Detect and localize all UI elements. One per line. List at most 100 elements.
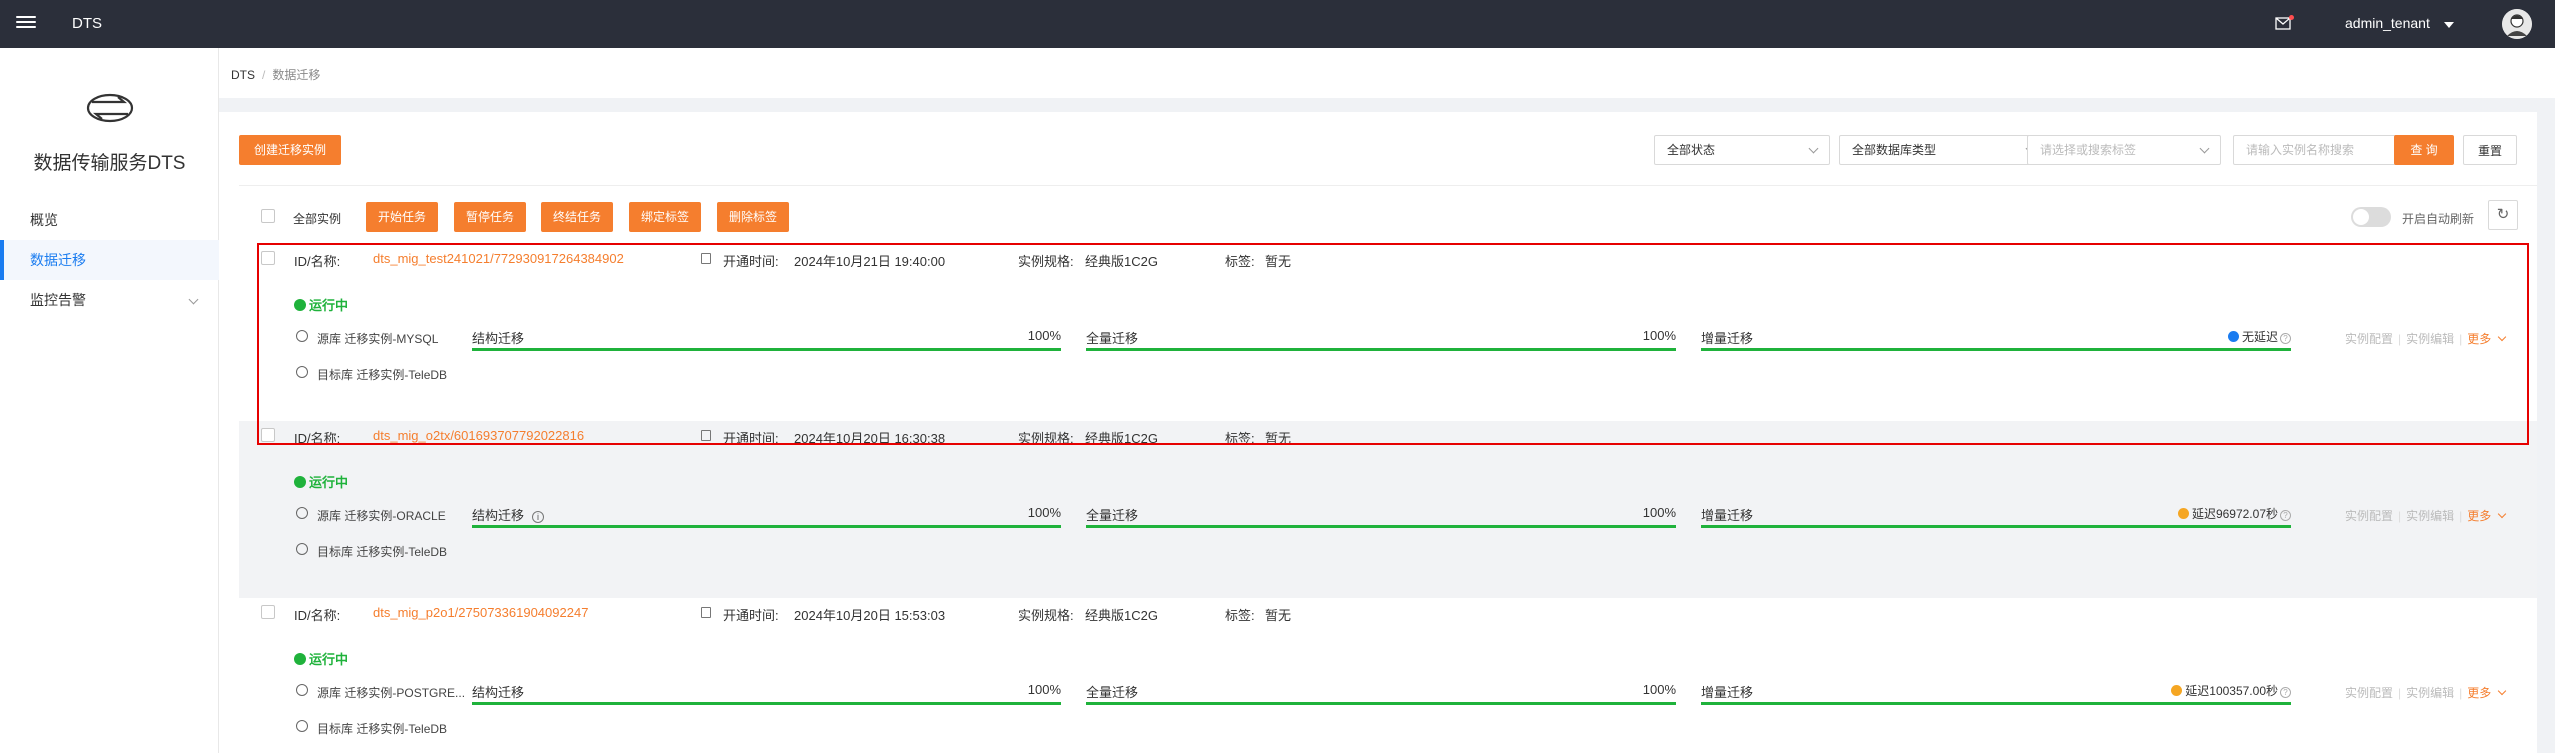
running-dot-icon (294, 653, 306, 665)
task-checkbox[interactable] (261, 428, 275, 442)
bind-tag-button[interactable]: 绑定标签 (629, 202, 702, 232)
delay-status: 延迟96972.07秒? (2177, 505, 2291, 522)
more-menu[interactable]: 更多 (2467, 686, 2507, 700)
user-name[interactable]: admin_tenant (2345, 15, 2430, 31)
top-bar: DTS admin_tenant (0, 0, 2555, 48)
dts-logo-icon (86, 93, 134, 123)
auto-refresh-label: 开启自动刷新 (2402, 212, 2475, 226)
open-time-value: 2024年10月20日 15:53:03 (794, 608, 946, 623)
migration-panel: 创建迁移实例 全部状态 全部数据库类型 请选择或搜索标签 请输入实例名称搜索 查… (219, 112, 2537, 753)
database-icon (296, 507, 308, 519)
struct-progress-fill (472, 702, 1061, 705)
task-actions: 实例配置 | 实例编辑 | 更多 (2345, 507, 2507, 524)
info-icon: i (532, 511, 545, 523)
service-brand: 数据传输服务DTS (33, 153, 186, 174)
sidebar: 数据传输服务DTS 概览 数据迁移 监控告警 (0, 48, 219, 753)
full-progress-fill (1086, 525, 1676, 528)
delay-dot-icon (2227, 331, 2239, 342)
scroll-gutter (2537, 112, 2555, 753)
copy-icon[interactable] (701, 430, 711, 441)
full-progress-fill (1086, 702, 1676, 705)
struct-migration-progress: 结构迁移 100% (472, 328, 1061, 356)
full-migration-progress: 全量迁移 100% (1086, 505, 1676, 533)
avatar[interactable] (2502, 9, 2532, 39)
instance-edit-link[interactable]: 实例编辑 (2406, 686, 2454, 700)
source-db: 源库 迁移实例-POSTGRE... (317, 686, 466, 700)
auto-refresh-toggle[interactable] (2351, 207, 2391, 227)
tag-value: 暂无 (1265, 254, 1292, 269)
breadcrumb-current: 数据迁移 (272, 68, 321, 82)
instance-config-link[interactable]: 实例配置 (2345, 509, 2393, 523)
tag-select[interactable]: 请选择或搜索标签 (2027, 135, 2221, 165)
breadcrumb-root[interactable]: DTS (231, 68, 255, 82)
chevron-down-icon (188, 294, 199, 305)
chevron-down-icon (2498, 332, 2507, 342)
database-icon (296, 543, 308, 555)
chevron-down-icon (2498, 509, 2507, 519)
instance-config-link[interactable]: 实例配置 (2345, 686, 2393, 700)
task-checkbox[interactable] (261, 251, 275, 265)
task-id-link[interactable]: dts_mig_o2tx/601693707792022816 (373, 428, 584, 443)
chevron-down-icon (2498, 686, 2507, 696)
database-icon (296, 684, 308, 696)
delete-tag-button[interactable]: 删除标签 (717, 202, 790, 232)
user-caret-icon[interactable] (2444, 22, 2454, 28)
database-icon (296, 330, 308, 342)
incr-progress-fill (1701, 525, 2291, 528)
create-instance-button[interactable]: 创建迁移实例 (239, 135, 342, 165)
search-input[interactable]: 请输入实例名称搜索 (2233, 135, 2405, 165)
db-type-select[interactable]: 全部数据库类型 (1839, 135, 2047, 165)
instance-edit-link[interactable]: 实例编辑 (2406, 332, 2454, 346)
source-db: 源库 迁移实例-MYSQL (317, 332, 439, 346)
instance-config-link[interactable]: 实例配置 (2345, 332, 2393, 346)
stop-task-button[interactable]: 终结任务 (541, 202, 614, 232)
spec-value: 经典版1C2G (1085, 431, 1158, 446)
task-card: ID/名称: dts_mig_p2o1/275073361904092247 开… (239, 598, 2537, 753)
tag-value: 暂无 (1265, 608, 1292, 623)
database-icon (296, 366, 308, 378)
instance-edit-link[interactable]: 实例编辑 (2406, 509, 2454, 523)
copy-icon[interactable] (701, 253, 711, 264)
delay-dot-icon (2177, 508, 2189, 519)
start-task-button[interactable]: 开始任务 (366, 202, 439, 232)
tag-label: 标签: (1225, 431, 1255, 446)
breadcrumb-bar: DTS / 数据迁移 (219, 48, 2555, 98)
status-badge: 运行中 (294, 295, 348, 314)
more-menu[interactable]: 更多 (2467, 332, 2507, 346)
more-menu[interactable]: 更多 (2467, 509, 2507, 523)
sidebar-item-monitoring[interactable]: 监控告警 (0, 280, 219, 320)
task-card: ID/名称: dts_mig_o2tx/601693707792022816 开… (239, 421, 2537, 598)
app-title: DTS (72, 15, 102, 32)
tag-label: 标签: (1225, 608, 1255, 623)
database-icon (296, 720, 308, 732)
reset-button[interactable]: 重置 (2463, 135, 2518, 165)
copy-icon[interactable] (701, 607, 711, 618)
chevron-down-icon (2199, 143, 2210, 154)
sidebar-item-migration[interactable]: 数据迁移 (0, 240, 219, 280)
tag-label: 标签: (1225, 254, 1255, 269)
select-all-label: 全部实例 (293, 212, 342, 226)
running-dot-icon (294, 476, 306, 488)
id-name-label: ID/名称: (294, 608, 341, 623)
target-db: 目标库 迁移实例-TeleDB (317, 368, 448, 382)
select-all-checkbox[interactable] (261, 209, 275, 223)
open-time-value: 2024年10月20日 16:30:38 (794, 431, 946, 446)
open-time-label: 开通时间: (723, 431, 779, 446)
incr-progress-fill (1701, 348, 2291, 351)
pause-task-button[interactable]: 暂停任务 (454, 202, 527, 232)
task-id-link[interactable]: dts_mig_p2o1/275073361904092247 (373, 605, 588, 620)
spec-value: 经典版1C2G (1085, 254, 1158, 269)
menu-icon[interactable] (16, 13, 36, 33)
query-button[interactable]: 查 询 (2394, 135, 2454, 165)
status-select[interactable]: 全部状态 (1654, 135, 1830, 165)
struct-progress-fill (472, 348, 1061, 351)
id-name-label: ID/名称: (294, 254, 341, 269)
help-icon: ? (2280, 687, 2291, 698)
task-id-link[interactable]: dts_mig_test241021/772930917264384902 (373, 251, 624, 266)
task-checkbox[interactable] (261, 605, 275, 619)
refresh-icon[interactable]: ↻ (2488, 200, 2518, 230)
full-progress-fill (1086, 348, 1676, 351)
sidebar-item-overview[interactable]: 概览 (0, 200, 219, 240)
sidebar-item-label: 概览 (30, 212, 58, 228)
incremental-migration-progress: 增量迁移 延迟100357.00秒? (1701, 682, 2291, 710)
